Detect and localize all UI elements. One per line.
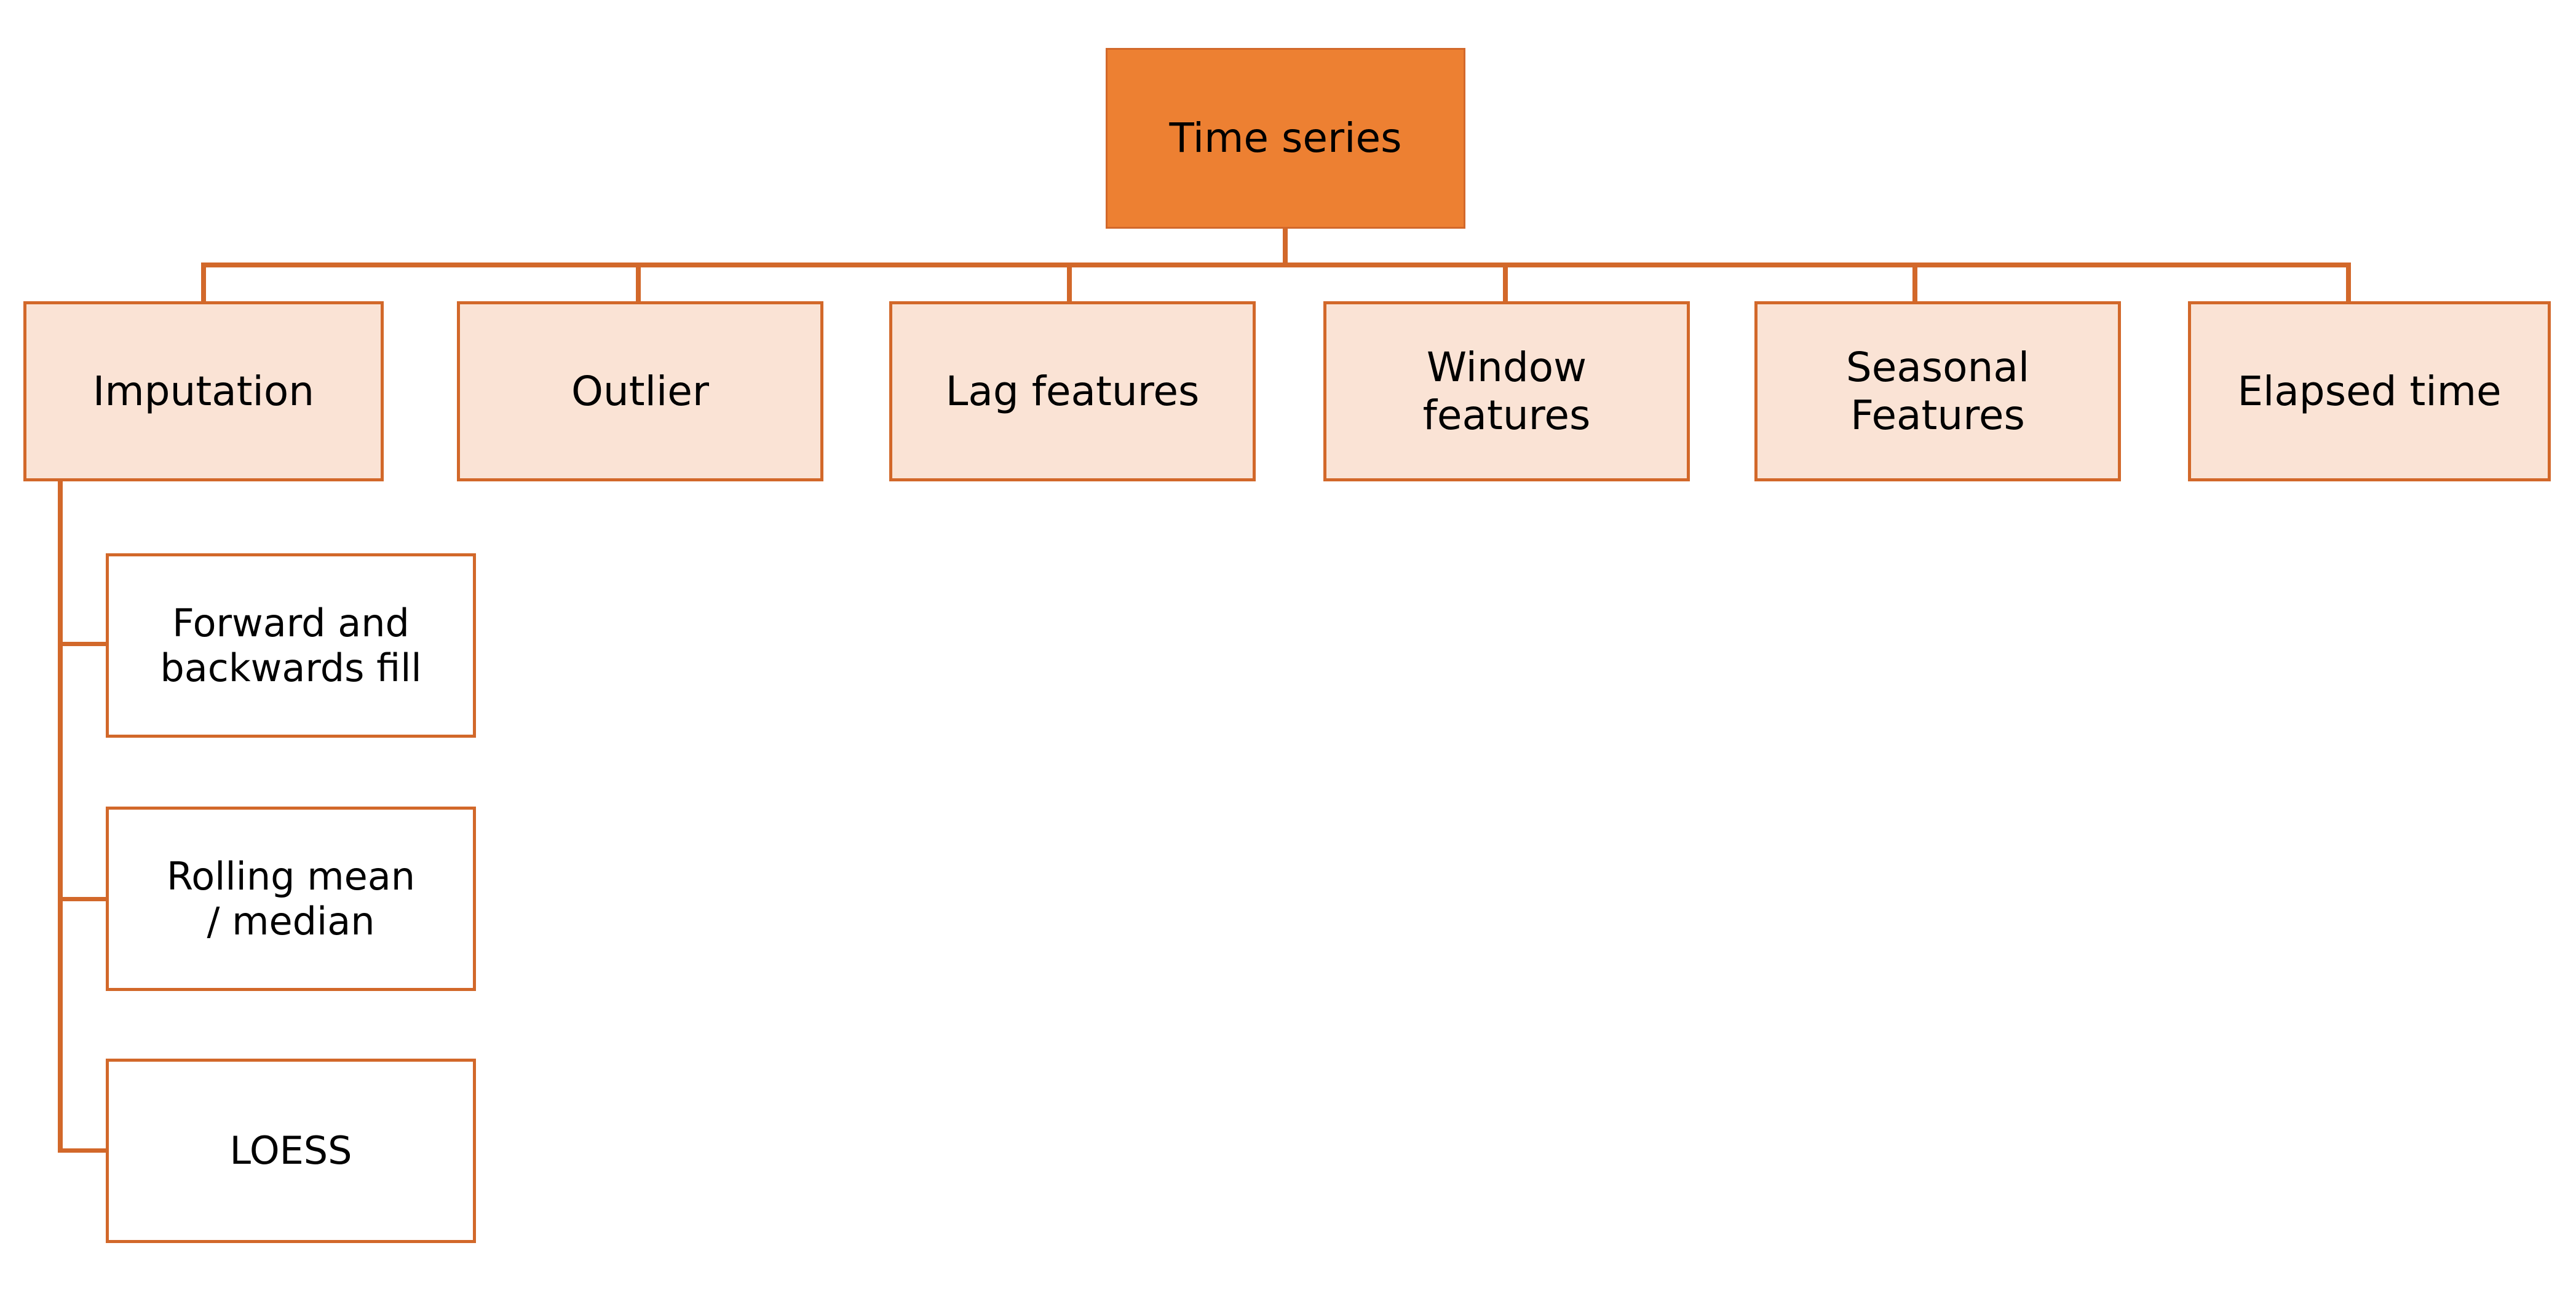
node-forward-backward-fill-label: Forward and backwards fill: [160, 600, 422, 690]
connector-drop-imputation: [201, 263, 206, 303]
node-seasonal-features-label: Seasonal Features: [1845, 343, 2030, 439]
node-imputation-label: Imputation: [92, 367, 315, 415]
node-lag-features[interactable]: Lag features: [889, 301, 1256, 481]
node-rolling-mean-median-label: Rolling mean / median: [166, 853, 416, 944]
node-seasonal-features[interactable]: Seasonal Features: [1754, 301, 2121, 481]
connector-branch-forward-backward-fill: [58, 642, 107, 646]
node-time-series[interactable]: Time series: [1106, 48, 1465, 229]
node-elapsed-time-label: Elapsed time: [2237, 367, 2502, 415]
connector-drop-elapsed-time: [2346, 263, 2351, 303]
connector-imputation-trunk: [58, 481, 63, 1153]
node-outlier-label: Outlier: [571, 367, 710, 415]
node-lag-features-label: Lag features: [945, 367, 1200, 415]
node-elapsed-time[interactable]: Elapsed time: [2188, 301, 2551, 481]
node-time-series-label: Time series: [1169, 114, 1402, 162]
node-imputation[interactable]: Imputation: [23, 301, 384, 481]
connector-drop-outlier: [636, 263, 641, 303]
node-rolling-mean-median[interactable]: Rolling mean / median: [106, 807, 476, 991]
connector-level2-bus: [203, 263, 2351, 267]
connector-drop-seasonal-features: [1912, 263, 1917, 303]
node-window-features-label: Window features: [1422, 343, 1591, 439]
node-outlier[interactable]: Outlier: [457, 301, 823, 481]
connector-root-stem: [1283, 229, 1288, 267]
node-loess[interactable]: LOESS: [106, 1059, 476, 1243]
connector-branch-rolling-mean-median: [58, 897, 107, 901]
node-loess-label: LOESS: [229, 1128, 352, 1174]
node-window-features[interactable]: Window features: [1323, 301, 1690, 481]
connector-branch-loess: [58, 1148, 107, 1153]
diagram-canvas: Time series Imputation Outlier Lag featu…: [0, 0, 2576, 1299]
node-forward-backward-fill[interactable]: Forward and backwards fill: [106, 553, 476, 738]
connector-drop-lag-features: [1067, 263, 1072, 303]
connector-drop-window-features: [1503, 263, 1508, 303]
